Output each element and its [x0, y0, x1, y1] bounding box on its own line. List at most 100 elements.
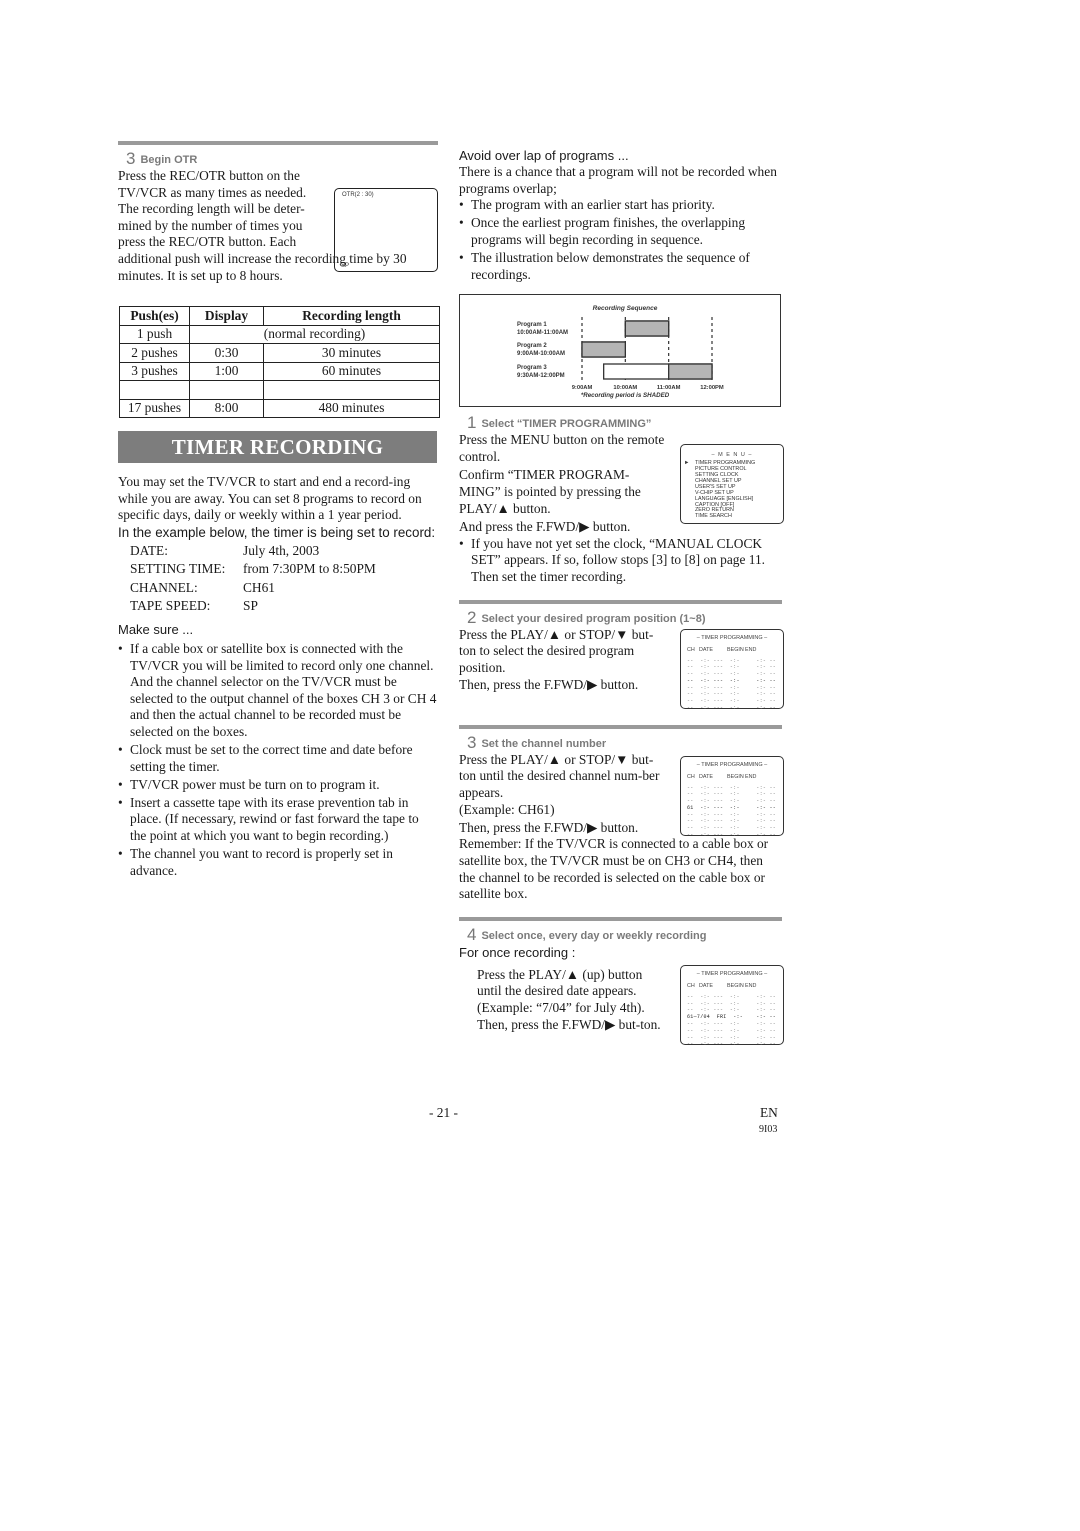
osd-row: -- -:- --- -:- -:- -- — [687, 1034, 777, 1041]
step-number: 1 — [467, 413, 477, 433]
overlap-heading: Avoid over lap of programs ... — [459, 148, 629, 163]
osd-row: -- -:- --- -:- -:- -- — [687, 784, 777, 791]
table-header-row: Push(es) Display Recording length — [119, 306, 440, 326]
osd-row: -- -:- --- -:- -:- -- — [687, 818, 777, 825]
osd-row: -- -:- --- -:- -:- -- — [687, 664, 777, 671]
osd-row: -- -:- --- -:- -:- -- — [687, 684, 777, 691]
recording-period-bar — [581, 341, 626, 358]
step-text: Press the PLAY/▲ (up) button until the d… — [477, 966, 661, 1032]
osd-col: DATE — [699, 982, 713, 989]
document-code: 9I03 — [759, 1124, 778, 1135]
osd-col: END — [745, 773, 757, 780]
sequence-title: Recording Sequence — [593, 305, 658, 312]
example-value: CH61 — [243, 579, 275, 595]
example-lead: In the example below, the timer is being… — [118, 524, 436, 540]
otr-screen-display: OTR(2 : 30) SP — [334, 188, 438, 272]
osd-col: DATE — [699, 773, 713, 780]
overlap-list: The program with an earlier start has pr… — [459, 197, 782, 283]
osd-col: BEGIN — [727, 773, 744, 780]
timer-programming-screen-step3: – TIMER PROGRAMMING – CH DATE BEGIN END -- … — [680, 755, 784, 839]
step-text: And press the F.FWD/▶ button. — [459, 519, 631, 535]
cell-merged: (normal recording) — [189, 324, 440, 345]
recording-sequence-svg: Recording Sequence *Recording period is … — [517, 305, 724, 399]
cell-display: 0:30 — [189, 343, 264, 363]
col-header-display: Display — [189, 306, 264, 326]
osd-row: -- -:- --- -:- -:- -- — [687, 832, 777, 839]
example-settings: DATE: July 4th, 2003 SETTING TIME: from 7:… — [118, 542, 438, 616]
osd-col: BEGIN — [727, 646, 744, 653]
osd-row: -- -:- --- -:- -:- -- — [687, 705, 777, 712]
osd-row: -- -:- --- -:- -:- -- — [687, 691, 777, 698]
step-title: Select once, every day or weekly recordi… — [481, 929, 707, 942]
list-item: Insert a cassette tape with its erase pr… — [118, 795, 438, 845]
section-divider — [459, 916, 782, 921]
axis-tick-label: 9:00AM — [572, 385, 593, 391]
col-header-length: Recording length — [263, 306, 440, 326]
example-value: SP — [243, 598, 258, 614]
section-divider — [118, 141, 438, 145]
osd-header: CH DATE BEGIN END — [687, 774, 783, 780]
osd-row: -- -:- --- -:- -:- -- — [687, 993, 777, 1000]
list-item: If you have not yet set the clock, “MANU… — [459, 536, 782, 586]
cell-length: 480 minutes — [263, 398, 440, 419]
osd-row: -- -:- --- -:- -:- -- — [687, 671, 777, 678]
step-text: Press the PLAY/▲ or STOP/▼ but-ton to se… — [459, 626, 654, 675]
otr-screen-speed: SP — [341, 263, 350, 269]
step-text: Confirm “TIMER PROGRAM-MING” is pointed … — [459, 467, 641, 516]
step-title: Select your desired program position (1~… — [481, 612, 706, 625]
osd-row: -- -:- --- -:- -:- -- — [687, 1007, 777, 1014]
osd-row: 61 -:- --- -:- -:- -- — [687, 804, 777, 811]
osd-row: -- -:- --- -:- -:- -- — [687, 657, 777, 664]
list-item: The illustration below demonstrates the … — [459, 250, 782, 283]
page-number: - 21 - — [429, 1105, 459, 1120]
example-key: TAPE SPEED: — [130, 598, 211, 614]
cell-pushes: 17 pushes — [119, 398, 190, 419]
table-row: 17 pushes 8:00 480 minutes — [119, 398, 440, 419]
example-row: SETTING TIME: from 7:30PM to 8:50PM — [130, 560, 438, 579]
menu-item: TIME SEARCH — [695, 513, 732, 520]
osd-row: -- -:- --- -:- -:- -- — [687, 677, 777, 684]
timer-programming-screen-step4: – TIMER PROGRAMMING – CH DATE BEGIN END -- … — [680, 964, 784, 1047]
make-sure-list: If a cable box or satellite box is conne… — [118, 641, 438, 879]
step-number: 2 — [467, 607, 477, 627]
osd-row: -- -:- --- -:- -:- -- — [687, 791, 777, 798]
cell-display: 1:00 — [189, 361, 264, 382]
step-text: Press the PLAY/▲ or STOP/▼ but-ton until… — [459, 751, 660, 800]
cell-pushes: 3 pushes — [119, 361, 190, 382]
osd-title: – TIMER PROGRAMMING – — [696, 970, 768, 977]
step1-body: – M E N U – TIMER PROGRAMMINGPICTURE CON… — [459, 432, 784, 586]
step-heading-1: 1 Select “TIMER PROGRAMMING” — [459, 413, 782, 433]
step-heading-3: 3 Set the channel number — [459, 732, 782, 752]
step1-note: If you have not yet set the clock, “MANU… — [459, 536, 782, 586]
section-divider — [459, 724, 782, 729]
section-divider — [459, 599, 782, 604]
list-item: Clock must be set to the correct time an… — [118, 742, 438, 775]
program-time: 10:00AM-11:00AM — [517, 330, 568, 336]
step-title: Set the channel number — [481, 737, 607, 750]
overlap-text: There is a chance that a program will no… — [459, 164, 777, 196]
osd-rows: -- -:- --- -:- -:- -- -- -:- --- -:- -:- … — [687, 785, 783, 839]
col-header-pushes: Push(es) — [119, 306, 190, 326]
step-number: 3 — [467, 732, 477, 752]
osd-row: -- -:- --- -:- -:- -- — [687, 811, 777, 818]
example-key: CHANNEL: — [130, 579, 198, 595]
cell-pushes — [119, 380, 190, 400]
example-row: DATE: July 4th, 2003 — [130, 542, 438, 561]
program-name: Program 2 — [517, 343, 547, 349]
osd-title: – TIMER PROGRAMMING – — [696, 634, 768, 641]
otr-section: OTR(2 : 30) SP Press the REC/OTR button … — [118, 168, 438, 284]
step1-instructions: Press the MENU button on the remote cont… — [459, 432, 669, 536]
osd-col: END — [745, 982, 757, 989]
example-value: July 4th, 2003 — [243, 542, 320, 558]
timer-programming-screen-step2: – TIMER PROGRAMMING – CH DATE BEGIN END -- … — [680, 628, 784, 712]
step2-body: – TIMER PROGRAMMING – CH DATE BEGIN END -- … — [459, 626, 784, 719]
step-text: Then, press the F.FWD/▶ button. — [459, 677, 639, 693]
example-row: CHANNEL: CH61 — [130, 579, 438, 598]
cell-display: 8:00 — [189, 398, 264, 419]
push-table: Push(es) Display Recording length 1 push… — [119, 306, 440, 419]
osd-header: CH DATE BEGIN END — [687, 983, 783, 989]
axis-tick-label: 11:00AM — [657, 385, 681, 391]
program-name: Program 3 — [517, 365, 547, 371]
step-number: 3 — [126, 149, 136, 168]
program-time: 9:30AM-12:00PM — [517, 373, 565, 379]
